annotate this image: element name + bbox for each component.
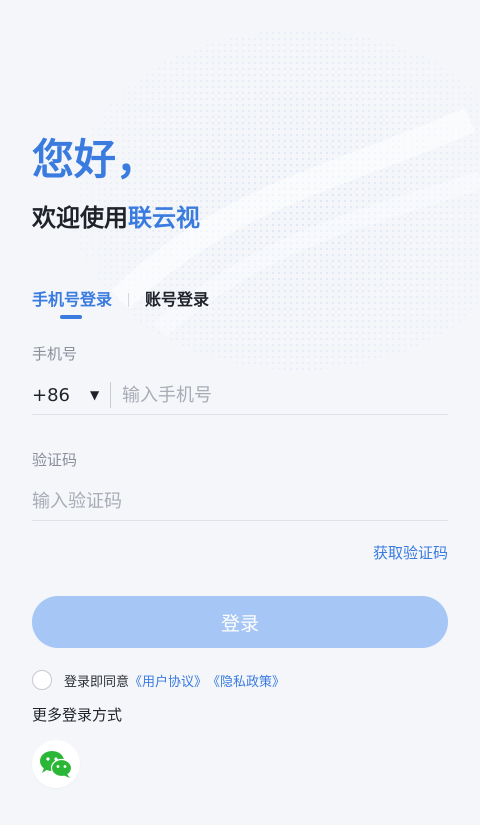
greeting-title: 您好， — [32, 135, 159, 184]
welcome-prefix: 欢迎使用 — [32, 204, 128, 232]
wechat-login-button[interactable] — [32, 740, 80, 788]
phone-input-row: +86 ▼ — [32, 376, 448, 415]
code-input-row — [32, 482, 448, 521]
login-page: 您好， 欢迎使用联云视 手机号登录 账号登录 手机号 +86 ▼ 验证码 获取验… — [0, 0, 480, 825]
tab-account-login[interactable]: 账号登录 — [145, 288, 209, 312]
login-tabs: 手机号登录 账号登录 — [32, 288, 209, 322]
brand-name: 联云视 — [128, 204, 200, 232]
tab-phone-login[interactable]: 手机号登录 — [32, 288, 112, 319]
welcome-subtitle: 欢迎使用联云视 — [32, 200, 200, 236]
user-agreement-link[interactable]: 《用户协议》 — [129, 671, 207, 690]
country-code-select[interactable]: +86 ▼ — [32, 385, 110, 406]
agreement-prefix: 登录即同意 — [64, 674, 130, 690]
country-code-value: +86 — [32, 384, 70, 406]
verification-code-input[interactable] — [32, 486, 448, 516]
phone-label: 手机号 — [32, 345, 78, 363]
wechat-icon — [40, 751, 73, 778]
input-separator — [110, 382, 111, 408]
get-code-button[interactable]: 获取验证码 — [373, 542, 448, 564]
more-login-title: 更多登录方式 — [32, 706, 123, 724]
phone-input[interactable] — [122, 380, 448, 410]
caret-down-icon: ▼ — [90, 388, 100, 402]
agreement-row: 登录即同意 《用户协议》 《隐私政策》 — [32, 670, 285, 690]
agreement-checkbox[interactable] — [32, 670, 52, 690]
privacy-policy-link[interactable]: 《隐私政策》 — [207, 671, 285, 690]
code-label: 验证码 — [32, 451, 78, 469]
tab-divider — [128, 293, 130, 307]
login-button[interactable]: 登录 — [32, 596, 448, 648]
